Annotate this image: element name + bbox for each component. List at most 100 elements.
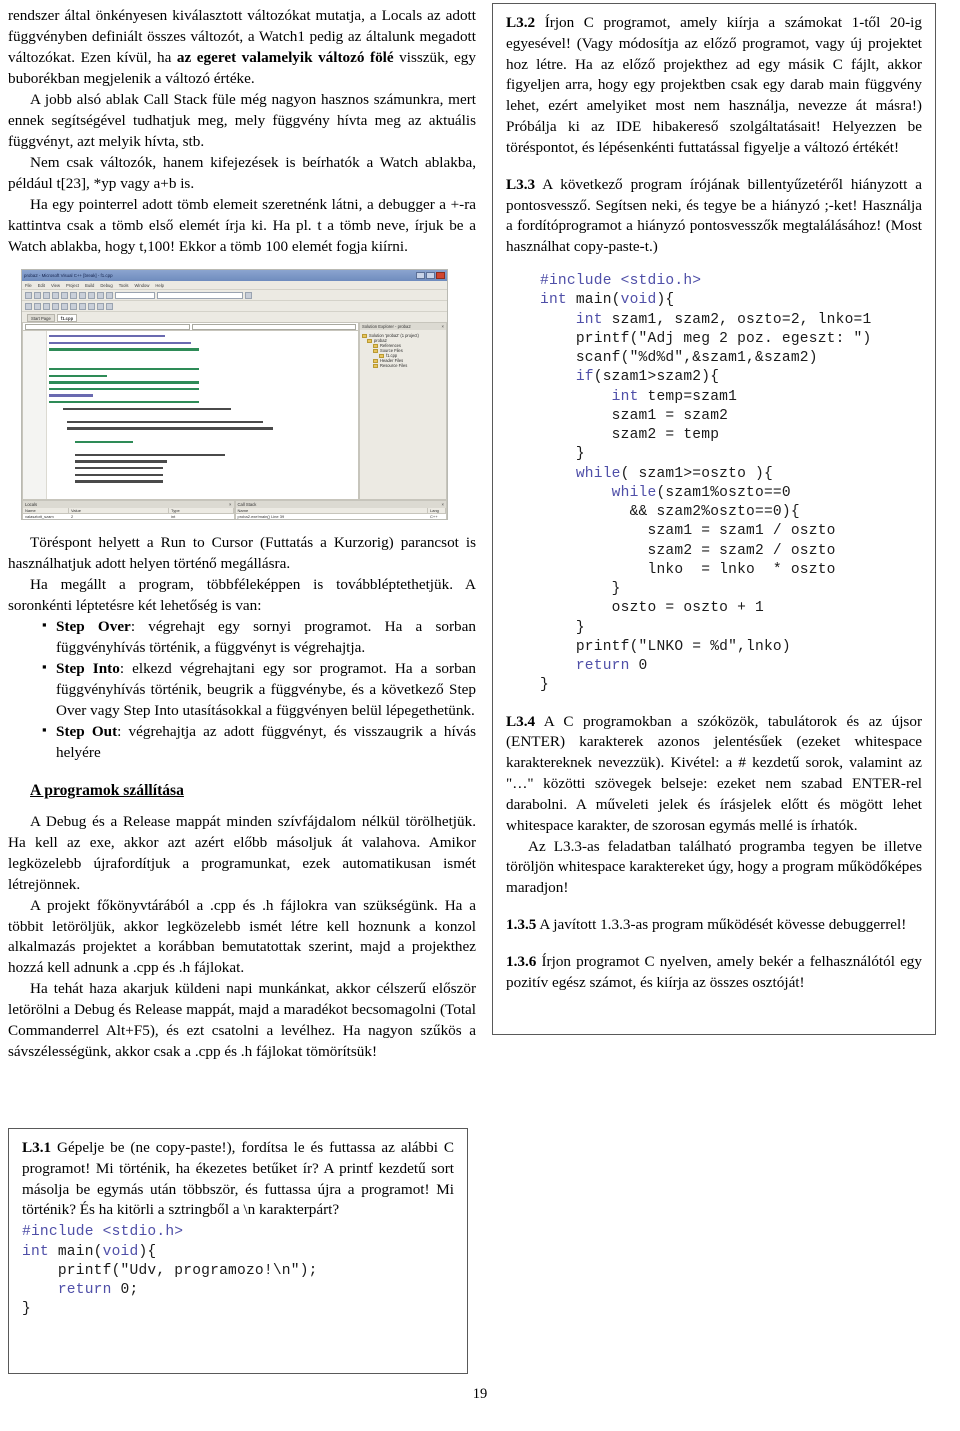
open-icon[interactable] [34, 291, 41, 299]
breakpoint-icon[interactable] [245, 291, 252, 299]
menu-item-help[interactable]: Help [155, 283, 164, 288]
task-L3.4: L3.4 A C programokban a szóközök, tabulá… [506, 712, 922, 837]
task-id: L3.4 [506, 712, 536, 730]
menu-item-file[interactable]: File [25, 283, 32, 288]
code-line [49, 471, 348, 478]
code-token: while [540, 465, 621, 482]
bullet-term: Step Out [56, 722, 118, 740]
menu-item-edit[interactable]: Edit [38, 283, 45, 288]
configuration-dropdown[interactable] [115, 291, 155, 299]
code-token: scanf("%d%d",&szam1,&szam2) [540, 350, 818, 367]
restart-icon[interactable] [52, 302, 59, 310]
stop-debug-icon[interactable] [61, 302, 68, 310]
folder-icon [373, 363, 378, 368]
paste-icon[interactable] [79, 291, 86, 299]
redo-icon[interactable] [97, 291, 104, 299]
locals-row[interactable]: valasztott_szam 2 int [23, 514, 234, 519]
pane-close-icon[interactable]: × [442, 324, 444, 329]
ide-toolbar-row-2[interactable] [22, 301, 447, 312]
new-icon[interactable] [25, 291, 32, 299]
maximize-icon[interactable] [426, 272, 435, 279]
find-combo[interactable] [157, 291, 243, 299]
step-into-icon[interactable] [25, 302, 32, 310]
paragraph-sending-work: Ha tehát haza akarjuk küldeni napi munká… [8, 980, 476, 1061]
run-icon[interactable] [106, 291, 113, 299]
menu-item-debug[interactable]: Debug [100, 283, 112, 288]
ide-toolbar-row-1[interactable] [22, 290, 447, 301]
tree-label: Resource Files [380, 363, 408, 368]
call-stack-grid[interactable]: Name Lang proba2.exe!main() Line 39 C++ … [235, 508, 447, 520]
menu-item-project[interactable]: Project [66, 283, 79, 288]
ide-document-tabs[interactable]: Start Page f1.cpp [22, 312, 447, 322]
code-editor-pane[interactable] [22, 322, 359, 500]
call-stack-row[interactable]: proba2.exe!mainCRTStartup() Line 259 + 0… [236, 519, 447, 520]
code-line [49, 465, 348, 472]
call-stack-pane[interactable]: Call Stack × Name Lang proba2.exe!main()… [234, 500, 447, 520]
menu-item-window[interactable]: Window [134, 283, 149, 288]
cut-icon[interactable] [61, 291, 68, 299]
file-icon [379, 353, 384, 358]
save-icon[interactable] [43, 291, 50, 299]
task-1.3.6: 1.3.6 Írjon programot C nyelven, amely b… [506, 952, 922, 994]
minimize-icon[interactable] [416, 272, 425, 279]
tree-item-resource-files[interactable]: Resource Files [362, 363, 444, 368]
locals-header: Locals × [23, 501, 234, 508]
code-token: if [540, 369, 594, 386]
locals-grid[interactable]: Name Value Type valasztott_szam 2 int [23, 508, 234, 519]
globals-dropdown[interactable] [25, 323, 190, 330]
bookmark-icon[interactable] [106, 302, 113, 310]
locals-pane[interactable]: Locals × Name Value Type valasztott_szam… [22, 500, 235, 519]
code-token: main( [566, 292, 621, 309]
indent-icon[interactable] [97, 302, 104, 310]
comment-icon[interactable] [88, 302, 95, 310]
code-token: } [540, 619, 585, 636]
code-line [49, 340, 348, 347]
window-controls[interactable] [416, 272, 445, 279]
code-token: printf("Udv, programozo!\n"); [22, 1262, 318, 1279]
paragraph-run-to-cursor: Töréspont helyett a Run to Cursor (Futta… [8, 534, 476, 572]
function-dropdown[interactable] [191, 323, 356, 330]
save-all-icon[interactable] [52, 291, 59, 299]
frame-name: proba2.exe!mainCRTStartup() Line 259 + 0… [236, 519, 429, 520]
code-token: return [22, 1282, 112, 1299]
solution-explorer-pane[interactable]: Solution Explorer - proba2 × Solution 'p… [359, 322, 447, 500]
code-token: int [540, 311, 603, 328]
step-out-icon[interactable] [43, 302, 50, 310]
solution-explorer-title: Solution Explorer - proba2 [362, 324, 411, 329]
pane-close-icon[interactable]: × [229, 502, 231, 507]
paragraph-stepping-intro: Ha megállt a program, többféleképpen is … [8, 575, 476, 614]
task-text: A következő program írójának billentyűze… [506, 175, 922, 256]
call-stack-header: Call Stack × [235, 501, 446, 508]
visual-studio-screenshot-figure: proba2 - Microsoft Visual C++ [break] - … [21, 269, 448, 520]
solution-tree[interactable]: Solution 'proba2' (1 project) proba2 Ref… [360, 330, 446, 371]
menu-item-tools[interactable]: Tools [119, 283, 129, 288]
step-over-icon[interactable] [34, 302, 41, 310]
list-item: Step Over: végrehajt egy sornyi programo… [42, 616, 476, 659]
menu-item-view[interactable]: View [51, 283, 60, 288]
close-icon[interactable] [436, 272, 445, 279]
ide-menu-bar[interactable]: File Edit View Project Build Debug Tools… [22, 281, 447, 290]
column-lang: Lang [428, 508, 446, 513]
editor-navigation-bar[interactable] [23, 323, 358, 331]
locals-title: Locals [25, 502, 38, 507]
code-token: } [540, 677, 549, 694]
tab-f1-cpp[interactable]: f1.cpp [56, 314, 78, 322]
pane-close-icon[interactable]: × [442, 502, 444, 507]
left-column: rendszer által önkényesen kiválasztott v… [8, 0, 476, 258]
code-line [49, 458, 348, 465]
folder-icon [373, 348, 378, 353]
code-token: } [540, 581, 621, 598]
watch-window-icon[interactable] [70, 302, 77, 310]
task-id: 1.3.6 [506, 952, 537, 970]
column-name: Name [236, 508, 428, 513]
menu-item-build[interactable]: Build [85, 283, 94, 288]
code-token: szam1 = szam2 [540, 407, 729, 424]
locals-window-icon[interactable] [79, 302, 86, 310]
tab-start-page[interactable]: Start Page [27, 314, 55, 322]
editor-gutter[interactable] [23, 331, 47, 499]
undo-icon[interactable] [88, 291, 95, 299]
copy-icon[interactable] [70, 291, 77, 299]
column-name: Name [23, 508, 69, 513]
